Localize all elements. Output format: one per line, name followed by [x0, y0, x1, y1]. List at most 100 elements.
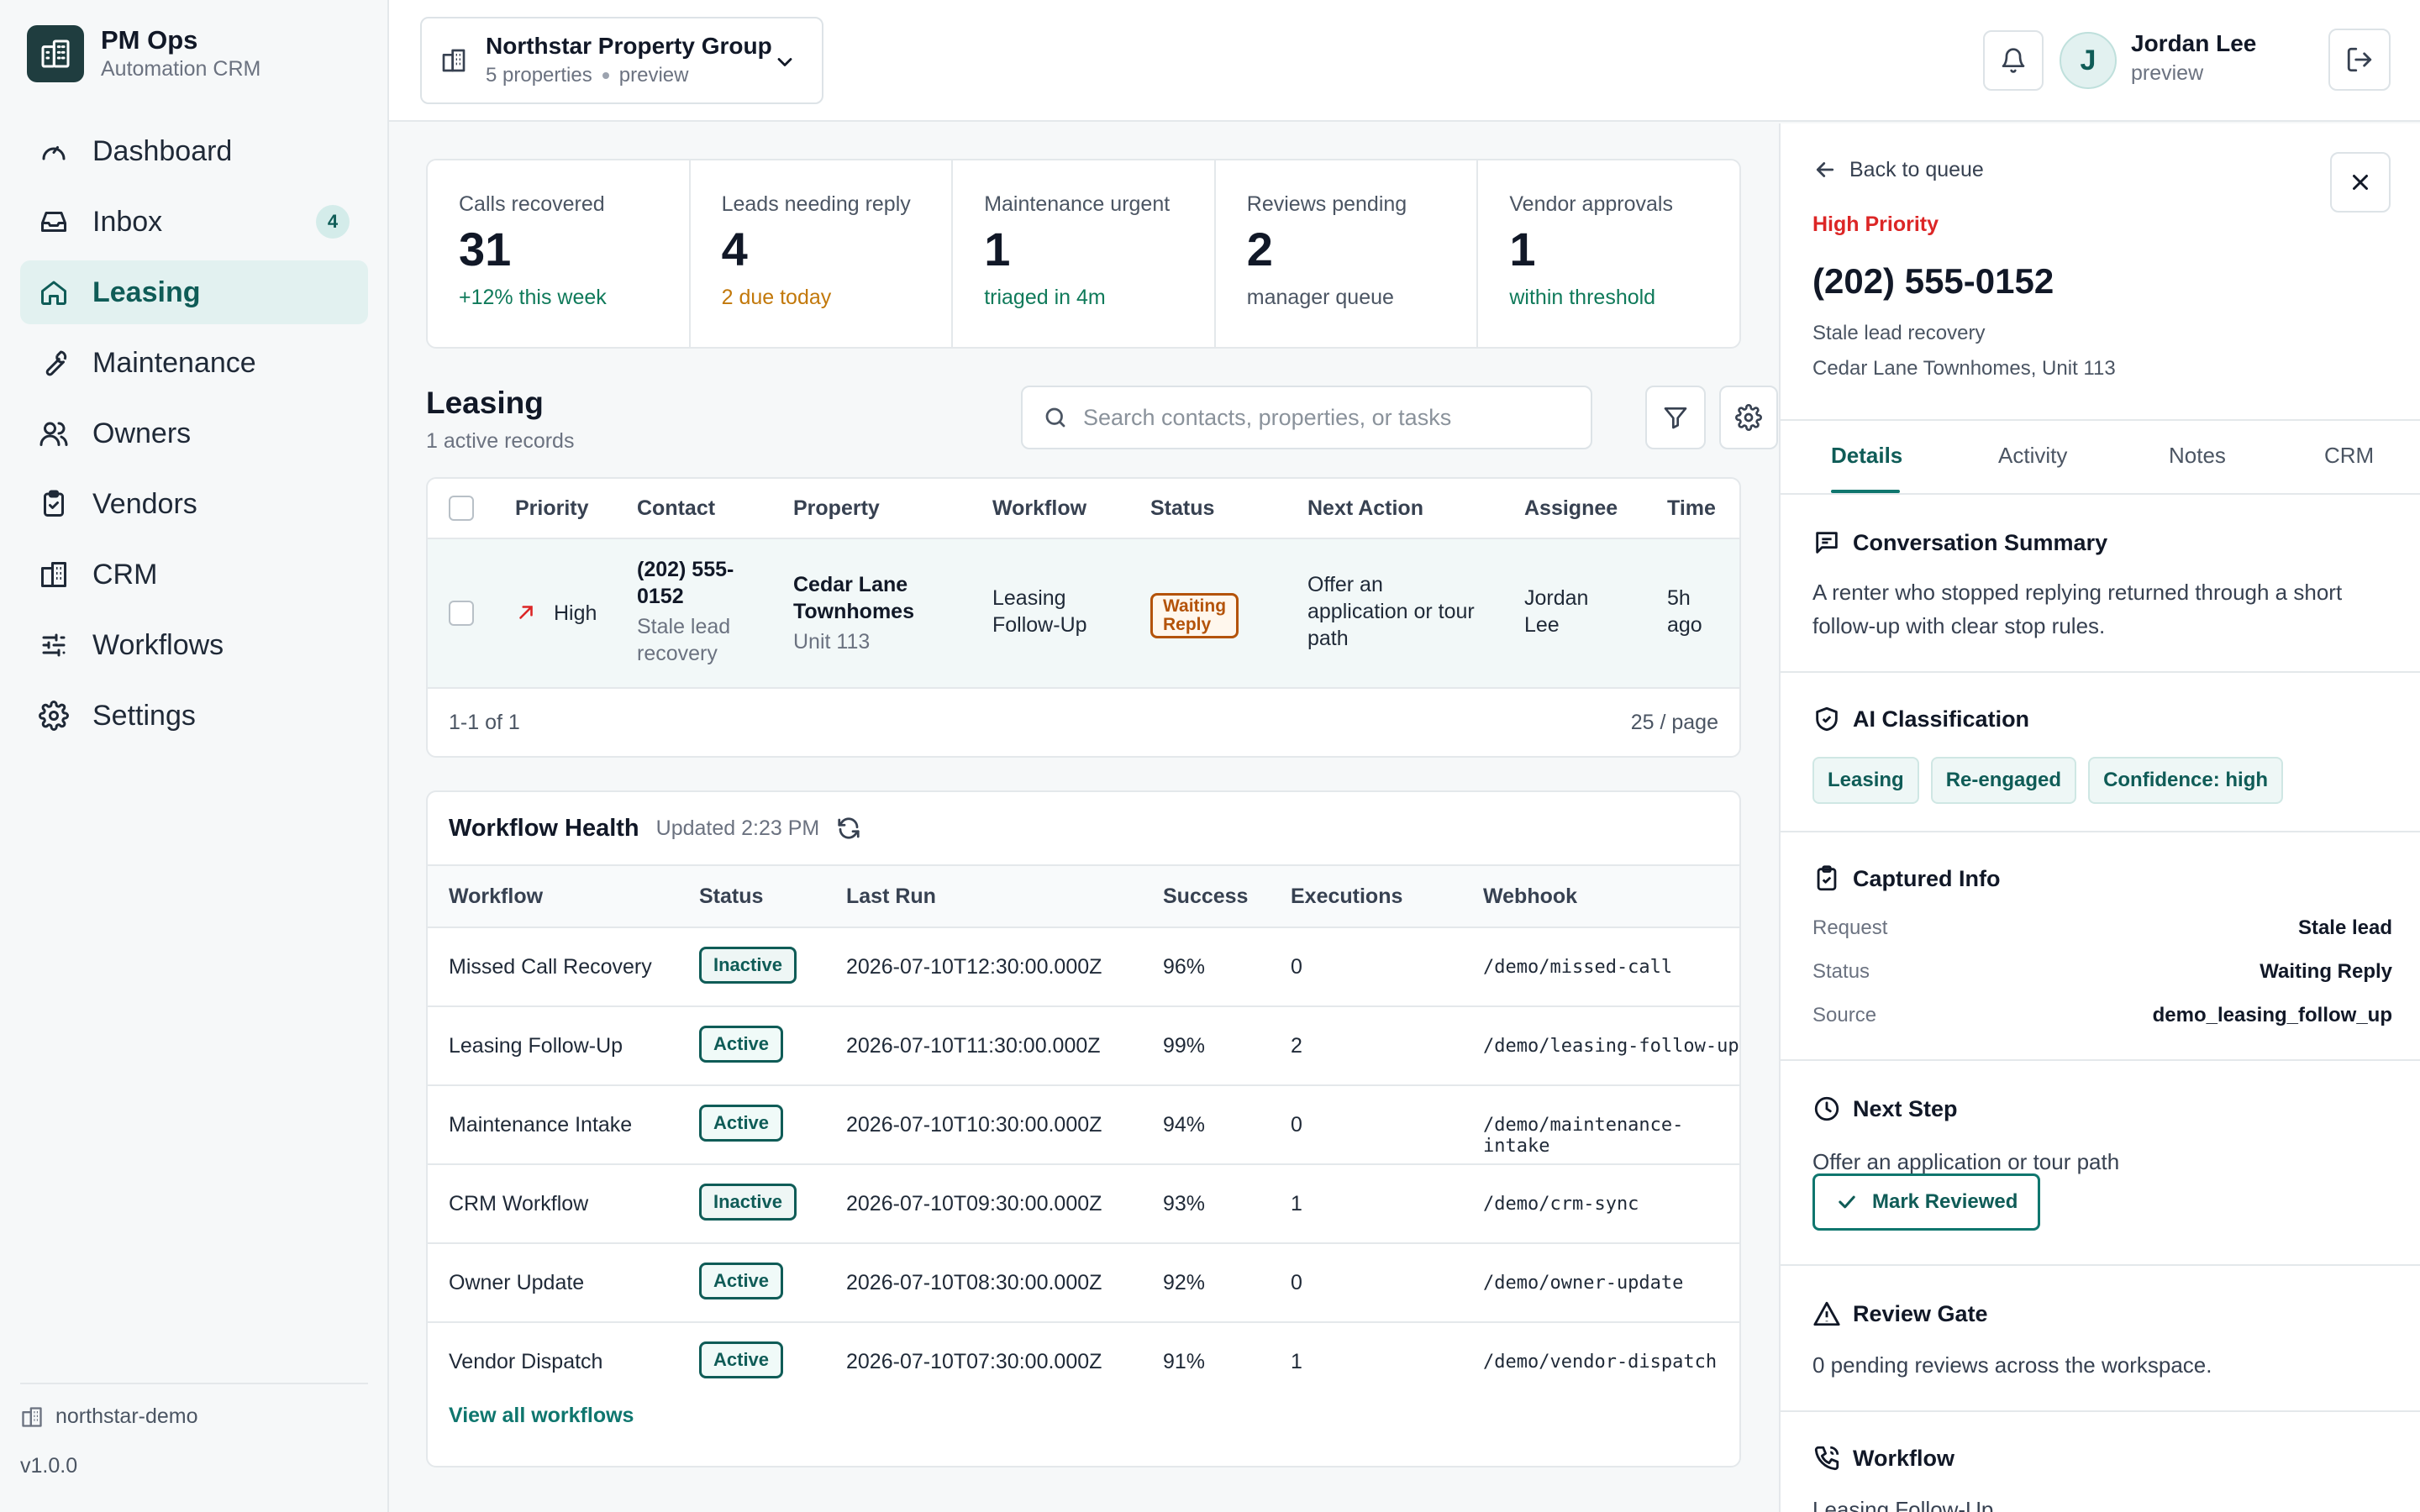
column-header[interactable]: Property — [793, 496, 880, 521]
notifications-button[interactable] — [1983, 30, 2044, 91]
page-size-select[interactable]: 25 / page — [1631, 711, 1718, 735]
sidebar-item-leasing[interactable]: Leasing — [20, 260, 368, 324]
top-bar: Northstar Property Group 5 properties pr… — [389, 0, 2420, 122]
section-title-text: Conversation Summary — [1853, 529, 2108, 555]
mark-reviewed-button[interactable]: Mark Reviewed — [1812, 1173, 2041, 1231]
gauge-icon — [42, 146, 66, 160]
success-rate: 96% — [1163, 955, 1206, 979]
column-header[interactable]: Executions — [1291, 885, 1402, 909]
user-info[interactable]: Jordan Lee preview — [2131, 29, 2256, 87]
last-run: 2026-07-10T10:30:00.000Z — [846, 1113, 1102, 1137]
property-name: Cedar Lane — [793, 573, 908, 596]
tab-activity[interactable]: Activity — [1998, 443, 2067, 469]
inbox-icon — [41, 212, 66, 232]
arrow-left-icon — [1816, 162, 1834, 177]
sidebar-item-settings[interactable]: Settings — [20, 684, 368, 748]
last-run: 2026-07-10T07:30:00.000Z — [846, 1350, 1102, 1373]
close-panel-button[interactable] — [2330, 152, 2391, 213]
org-switcher[interactable]: Northstar Property Group 5 properties pr… — [420, 17, 823, 104]
sidebar-footer: northstar-demo v1.0.0 — [20, 1383, 368, 1478]
kpi-card[interactable]: Leads needing reply 4 2 due today — [691, 160, 954, 347]
home-icon — [41, 281, 66, 305]
review-gate-text: 0 pending reviews across the workspace. — [1812, 1352, 2212, 1378]
captured-field: Request Stale lead — [1812, 916, 2392, 940]
workflow-name: CRM Workflow — [449, 1192, 589, 1215]
search-box[interactable] — [1021, 386, 1592, 449]
property-unit: Unit 113 — [793, 630, 871, 654]
tenant-label: northstar-demo — [20, 1404, 368, 1429]
filter-button[interactable] — [1645, 386, 1706, 449]
sidebar-item-maintenance[interactable]: Maintenance — [20, 331, 368, 395]
table-row[interactable]: Maintenance Intake Active 2026-07-10T10:… — [428, 1086, 1739, 1165]
column-header[interactable]: Last Run — [846, 885, 936, 909]
brand[interactable]: PM Ops Automation CRM — [27, 25, 260, 82]
executions: 0 — [1291, 1113, 1302, 1137]
webhook-path: /demo/leasing-follow-up — [1483, 1036, 1739, 1057]
message-icon — [1816, 532, 1838, 554]
table-settings-button[interactable] — [1719, 386, 1778, 449]
sidebar-item-crm[interactable]: CRM — [20, 543, 368, 606]
table-row[interactable]: High (202) 555- 0152 Stale lead recovery… — [428, 539, 1739, 689]
sidebar-item-vendors[interactable]: Vendors — [20, 472, 368, 536]
column-header[interactable]: Next Action — [1307, 496, 1423, 521]
detail-panel: Back to queue High Priority (202) 555-01… — [1779, 123, 2420, 1512]
kpi-subtext: 2 due today — [721, 286, 832, 309]
view-all-workflows-link[interactable]: View all workflows — [449, 1404, 634, 1428]
sidebar-item-label: Dashboard — [92, 134, 233, 167]
logout-button[interactable] — [2328, 29, 2391, 91]
column-header[interactable]: Success — [1163, 885, 1248, 909]
executions: 0 — [1291, 955, 1302, 979]
executions: 1 — [1291, 1350, 1302, 1373]
building-icon — [442, 49, 466, 72]
tab-crm[interactable]: CRM — [2324, 443, 2374, 469]
table-row[interactable]: Vendor Dispatch Active 2026-07-10T07:30:… — [428, 1323, 1739, 1402]
refresh-icon[interactable] — [836, 816, 861, 841]
kpi-card[interactable]: Maintenance urgent 1 triaged in 4m — [953, 160, 1216, 347]
shield-check-icon — [1816, 706, 1838, 732]
column-header[interactable]: Workflow — [992, 496, 1086, 521]
table-row[interactable]: Leasing Follow-Up Active 2026-07-10T11:3… — [428, 1007, 1739, 1086]
section-title: Workflow — [1812, 1444, 1954, 1473]
row-checkbox[interactable] — [449, 601, 474, 626]
kpi-card[interactable]: Vendor approvals 1 within threshold — [1478, 160, 1739, 347]
table-row[interactable]: Owner Update Active 2026-07-10T08:30:00.… — [428, 1244, 1739, 1323]
warning-icon — [1813, 1301, 1840, 1326]
table-row[interactable]: CRM Workflow Inactive 2026-07-10T09:30:0… — [428, 1165, 1739, 1244]
org-property-count: 5 properties — [486, 64, 592, 87]
column-header[interactable]: Workflow — [449, 885, 543, 909]
kpi-card[interactable]: Reviews pending 2 manager queue — [1216, 160, 1479, 347]
status-badge-line: Waiting — [1163, 596, 1227, 616]
sidebar-item-inbox[interactable]: Inbox 4 — [20, 190, 368, 254]
column-header[interactable]: Time — [1667, 496, 1716, 521]
avatar[interactable]: J — [2060, 32, 2117, 89]
column-header[interactable]: Webhook — [1483, 885, 1577, 909]
back-to-queue-link[interactable]: Back to queue — [1812, 157, 1984, 182]
search-input[interactable] — [1083, 404, 1570, 431]
column-header[interactable]: Status — [1150, 496, 1214, 521]
building-icon — [22, 1406, 42, 1427]
sidebar-item-workflows[interactable]: Workflows — [20, 613, 368, 677]
separator-dot — [602, 72, 609, 79]
tab-notes[interactable]: Notes — [2169, 443, 2226, 469]
select-all-checkbox[interactable] — [449, 496, 474, 521]
column-header[interactable]: Status — [699, 885, 763, 909]
table-row[interactable]: Missed Call Recovery Inactive 2026-07-10… — [428, 928, 1739, 1007]
sidebar-nav: Dashboard Inbox 4 Leasing Maintenance Ow… — [20, 119, 368, 754]
table-header: Priority Contact Property Workflow Statu… — [428, 479, 1739, 539]
column-header[interactable]: Contact — [637, 496, 715, 521]
column-header[interactable]: Assignee — [1524, 496, 1618, 521]
tab-details[interactable]: Details — [1831, 443, 1902, 469]
kpi-strip: Calls recovered 31 +12% this week Leads … — [426, 159, 1741, 349]
last-run: 2026-07-10T08:30:00.000Z — [846, 1271, 1102, 1294]
priority-up-arrow-icon — [515, 601, 537, 623]
success-rate: 94% — [1163, 1113, 1206, 1137]
status-badge: Inactive — [699, 947, 797, 984]
sidebar-item-dashboard[interactable]: Dashboard — [20, 119, 368, 183]
column-header[interactable]: Priority — [515, 496, 589, 521]
classification-tag: Confidence: high — [2088, 757, 2284, 804]
kpi-card[interactable]: Calls recovered 31 +12% this week — [428, 160, 691, 347]
contact-phone: (202) 555- — [637, 558, 734, 581]
gear-icon — [39, 701, 69, 731]
sidebar: PM Ops Automation CRM Dashboard Inbox 4 … — [0, 0, 389, 1512]
sidebar-item-owners[interactable]: Owners — [20, 402, 368, 465]
